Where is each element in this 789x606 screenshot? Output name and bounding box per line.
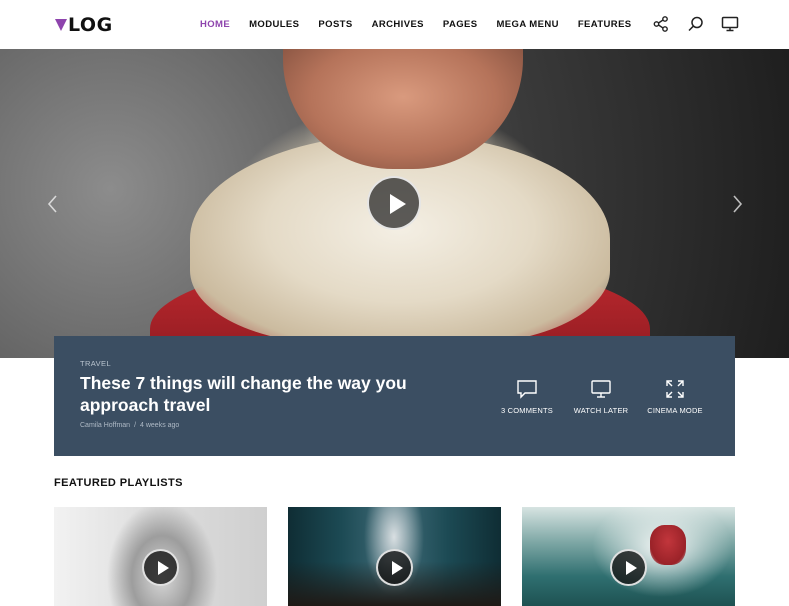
watch-later-button[interactable]: WATCH LATER (566, 378, 636, 415)
featured-post-card: TRAVEL These 7 things will change the wa… (54, 336, 735, 456)
play-icon[interactable] (142, 549, 179, 586)
search-icon[interactable] (687, 15, 705, 33)
playlist-thumbnail[interactable] (288, 507, 501, 606)
site-logo[interactable]: LOG (55, 14, 113, 36)
thumbnail-image-surfer (650, 525, 686, 565)
monitor-icon (566, 378, 636, 400)
nav-item-pages[interactable]: PAGES (443, 19, 478, 30)
meta-separator: / (134, 422, 137, 429)
site-header: LOG HOME MODULES POSTS ARCHIVES PAGES ME… (0, 0, 789, 49)
logo-text: LOG (68, 14, 113, 36)
expand-icon (640, 378, 710, 400)
nav-item-mega-menu[interactable]: MEGA MENU (496, 19, 558, 30)
play-icon[interactable] (376, 549, 413, 586)
share-icon[interactable] (652, 15, 670, 33)
main-nav: HOME MODULES POSTS ARCHIVES PAGES MEGA M… (200, 0, 651, 49)
chevron-left-icon[interactable] (46, 194, 60, 214)
playlist-thumbnail[interactable] (522, 507, 735, 606)
nav-item-archives[interactable]: ARCHIVES (372, 19, 424, 30)
watch-later-label: WATCH LATER (573, 406, 629, 415)
cinema-mode-label: CINEMA MODE (647, 406, 703, 415)
nav-item-modules[interactable]: MODULES (249, 19, 299, 30)
post-author[interactable]: Camila Hoffman (80, 422, 130, 429)
nav-item-home[interactable]: HOME (200, 19, 230, 30)
chevron-right-icon[interactable] (730, 194, 744, 214)
cinema-mode-button[interactable]: CINEMA MODE (640, 378, 710, 415)
logo-mark-icon (55, 19, 67, 31)
comment-icon (492, 378, 562, 400)
play-icon[interactable] (610, 549, 647, 586)
playlist-thumbnail[interactable] (54, 507, 267, 606)
hero-video[interactable] (0, 49, 789, 358)
post-category[interactable]: TRAVEL (80, 359, 111, 368)
post-time: 4 weeks ago (140, 422, 180, 429)
post-meta: Camila Hoffman /4 weeks ago (80, 422, 179, 429)
nav-item-posts[interactable]: POSTS (318, 19, 352, 30)
monitor-icon[interactable] (721, 15, 739, 33)
comments-label: 3 COMMENTS (500, 406, 553, 415)
nav-item-features[interactable]: FEATURES (578, 19, 632, 30)
featured-playlists-heading: FEATURED PLAYLISTS (54, 477, 183, 489)
post-title[interactable]: These 7 things will change the way you a… (80, 372, 460, 416)
comments-button[interactable]: 3 COMMENTS (492, 378, 562, 415)
play-icon[interactable] (367, 176, 421, 230)
